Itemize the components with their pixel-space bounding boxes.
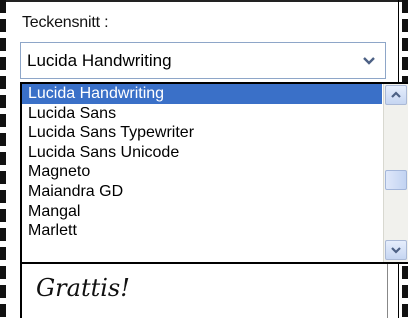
font-label: Teckensnitt : — [22, 14, 109, 31]
scroll-down-icon — [391, 247, 401, 254]
chevron-down-icon — [363, 56, 375, 65]
scrollbar-thumb[interactable] — [385, 170, 407, 190]
font-combobox[interactable]: Lucida Handwriting — [20, 42, 386, 79]
vertical-scrollbar[interactable] — [383, 84, 408, 262]
font-option-selected[interactable]: Lucida Handwriting — [22, 84, 382, 104]
font-option[interactable]: Lucida Sans Typewriter — [22, 123, 382, 143]
scroll-up-icon — [391, 91, 401, 98]
font-list[interactable]: Lucida Handwriting Lucida Sans Lucida Sa… — [20, 82, 408, 264]
dropdown-button[interactable] — [355, 45, 383, 76]
font-option[interactable]: Magneto — [22, 162, 382, 182]
font-combobox-value: Lucida Handwriting — [27, 51, 172, 70]
font-preview: Grattis! — [20, 264, 388, 318]
font-list-items: Lucida Handwriting Lucida Sans Lucida Sa… — [22, 84, 382, 241]
scroll-down-button[interactable] — [385, 240, 407, 260]
font-option[interactable]: Lucida Sans — [22, 104, 382, 124]
font-option[interactable]: Mangal — [22, 202, 382, 222]
scroll-up-button[interactable] — [385, 85, 407, 105]
window-top-border — [0, 0, 408, 2]
left-dashed-border — [0, 0, 6, 318]
font-option[interactable]: Marlett — [22, 221, 382, 241]
preview-text: Grattis! — [36, 274, 130, 302]
font-option[interactable]: Maiandra GD — [22, 182, 382, 202]
font-option[interactable]: Lucida Sans Unicode — [22, 143, 382, 163]
